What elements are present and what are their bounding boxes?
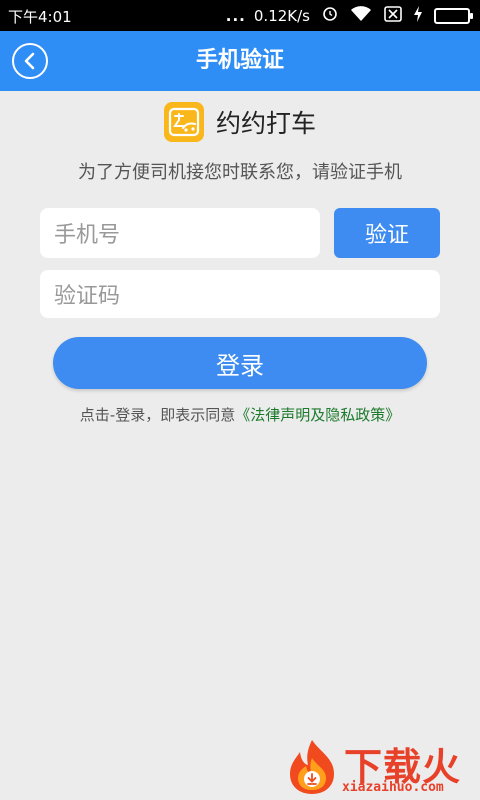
watermark-url: xiazaihuo.com: [342, 780, 444, 795]
alarm-icon: [322, 6, 338, 26]
brand: 约约打车: [0, 100, 480, 144]
phone-input[interactable]: 手机号: [40, 208, 320, 258]
verify-button[interactable]: 验证: [334, 208, 440, 258]
charging-icon: [414, 6, 422, 26]
agreement-prefix: 点击-登录，即表示同意: [79, 406, 236, 424]
status-bar: 下午4:01 ... 0.12K/s: [0, 0, 480, 31]
app-logo-icon: [163, 102, 204, 142]
instruction-text: 为了方便司机接您时联系您，请验证手机: [78, 162, 402, 183]
network-speed: 0.12K/s: [253, 7, 310, 25]
status-icons: ... 0.12K/s: [225, 6, 473, 26]
no-sim-icon: [384, 6, 402, 26]
status-time: 下午4:01: [8, 8, 72, 26]
wifi-icon: [350, 6, 372, 26]
notification-dots: ...: [225, 7, 246, 25]
battery-icon: [434, 8, 473, 24]
legal-policy-link[interactable]: 《法律声明及隐私政策》: [235, 406, 400, 424]
login-button[interactable]: 登录: [53, 337, 427, 389]
app-bar: 手机验证: [0, 31, 480, 91]
watermark: 下载火 xiazaihuo.com: [280, 736, 480, 800]
flame-logo-icon: [290, 740, 334, 794]
agreement-text: 点击-登录，即表示同意《法律声明及隐私政策》: [0, 404, 480, 425]
verification-code-input[interactable]: 验证码: [40, 270, 440, 318]
page-title: 手机验证: [195, 48, 284, 73]
app-name: 约约打车: [215, 109, 316, 138]
